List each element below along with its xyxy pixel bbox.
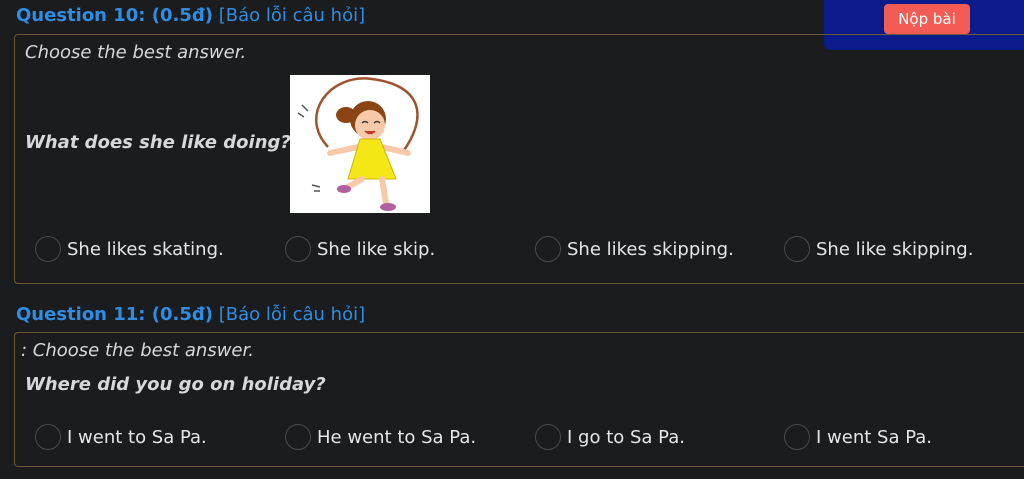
answer-option[interactable]: She likes skating. xyxy=(35,236,224,262)
radio-button[interactable] xyxy=(285,236,311,262)
answer-option[interactable]: She likes skipping. xyxy=(535,236,734,262)
question-11-box: : Choose the best answer. Where did you … xyxy=(14,332,1024,467)
answer-option-label: She like skip. xyxy=(317,238,436,260)
question-prompt: What does she like doing? xyxy=(25,132,291,153)
radio-button[interactable] xyxy=(535,424,561,450)
question-10-header: Question 10: (0.5đ) [Báo lỗi câu hỏi] xyxy=(16,5,365,26)
question-number: Question 11: (0.5đ) xyxy=(16,304,213,325)
answer-option[interactable]: He went to Sa Pa. xyxy=(285,424,476,450)
answer-option[interactable]: She like skipping. xyxy=(784,236,973,262)
radio-button[interactable] xyxy=(285,424,311,450)
answer-option-label: I go to Sa Pa. xyxy=(567,426,685,448)
question-11-header: Question 11: (0.5đ) [Báo lỗi câu hỏi] xyxy=(16,304,365,325)
submit-button[interactable]: Nộp bài xyxy=(884,4,970,34)
girl-skipping-rope-icon xyxy=(290,75,430,213)
radio-button[interactable] xyxy=(35,236,61,262)
answer-option-label: She like skipping. xyxy=(816,238,974,260)
question-instruction: : Choose the best answer. xyxy=(21,340,254,361)
answer-option-label: He went to Sa Pa. xyxy=(317,426,477,448)
question-number: Question 10: (0.5đ) xyxy=(16,5,213,26)
answer-option[interactable]: I went to Sa Pa. xyxy=(35,424,207,450)
answer-option-label: I went to Sa Pa. xyxy=(67,426,207,448)
report-question-link[interactable]: [Báo lỗi câu hỏi] xyxy=(219,304,365,325)
answer-option-label: I went Sa Pa. xyxy=(816,426,932,448)
radio-button[interactable] xyxy=(535,236,561,262)
radio-button[interactable] xyxy=(35,424,61,450)
radio-button[interactable] xyxy=(784,236,810,262)
question-10-box: Choose the best answer. What does she li… xyxy=(14,34,1024,284)
answer-option-label: She likes skipping. xyxy=(567,238,734,260)
answer-option-label: She likes skating. xyxy=(67,238,224,260)
report-question-link[interactable]: [Báo lỗi câu hỏi] xyxy=(219,5,365,26)
answer-option[interactable]: I go to Sa Pa. xyxy=(535,424,685,450)
radio-button[interactable] xyxy=(784,424,810,450)
answer-option[interactable]: She like skip. xyxy=(285,236,435,262)
question-instruction: Choose the best answer. xyxy=(25,42,247,63)
answer-option[interactable]: I went Sa Pa. xyxy=(784,424,932,450)
question-prompt: Where did you go on holiday? xyxy=(25,374,326,395)
